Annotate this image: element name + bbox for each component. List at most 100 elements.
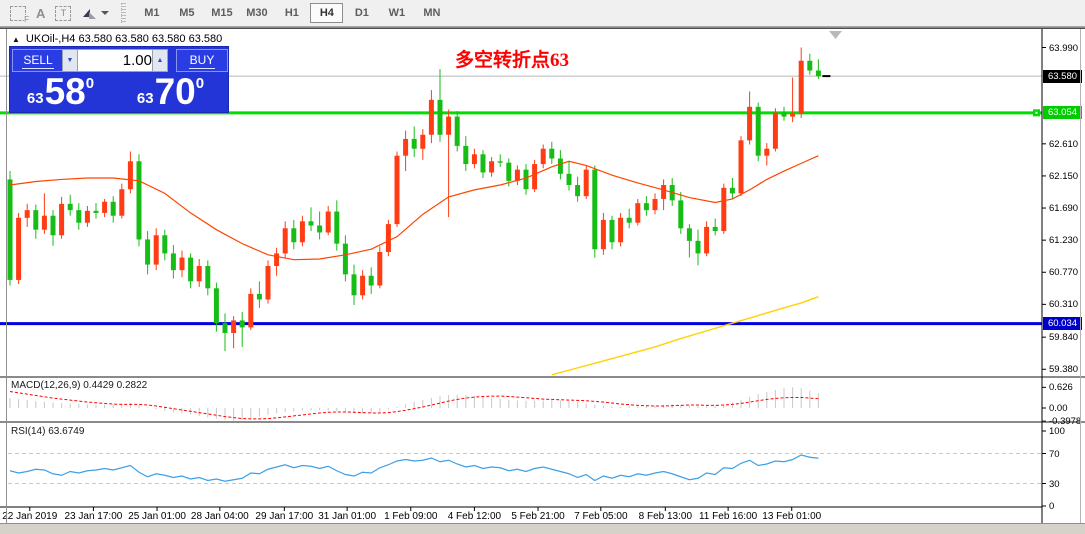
candle-body <box>283 228 288 253</box>
candle-body <box>326 212 331 233</box>
timeframe-button-m15[interactable]: M15 <box>205 3 238 23</box>
candle-body <box>515 170 520 181</box>
timeframe-button-h4[interactable]: H4 <box>310 3 343 23</box>
price-badge: 60.034 <box>1043 317 1082 330</box>
candle-body <box>575 185 580 196</box>
candle-body <box>395 156 400 224</box>
buy-price-sup: 0 <box>196 75 204 92</box>
amount-increase-button[interactable]: ▲ <box>152 49 168 72</box>
label-tool-button[interactable]: A <box>36 4 45 22</box>
arrows-tool-button[interactable] <box>81 4 109 22</box>
candle-body <box>300 221 305 242</box>
candle-body <box>197 266 202 281</box>
arrows-icon <box>81 6 97 21</box>
macd-tick-label: 0.00 <box>1049 403 1068 414</box>
top-toolbar: F A T M1M5M15M30H1H4D1W1MN <box>0 0 1085 27</box>
candle-body <box>644 203 649 210</box>
candle-body <box>756 107 761 156</box>
timeframe-button-h1[interactable]: H1 <box>275 3 308 23</box>
candle-body <box>154 235 159 264</box>
candle-body <box>429 100 434 135</box>
buy-button[interactable]: BUY <box>176 49 228 72</box>
candle-body <box>8 179 13 280</box>
spinner-up-icon: ▲ <box>157 57 164 64</box>
candle-body <box>352 274 357 295</box>
candle-body <box>584 170 589 197</box>
candle-body <box>782 112 787 116</box>
spinner-down-icon: ▼ <box>67 57 74 64</box>
chart-shift-icon <box>829 31 842 39</box>
rsi-line <box>10 455 818 481</box>
candle-body <box>291 228 296 242</box>
one-click-trade-panel: SELL ▼ 1.00 ▲ BUY 63 58 0 63 70 0 <box>10 47 228 112</box>
candle-body <box>334 212 339 244</box>
hline-marker-dot <box>1036 112 1038 114</box>
price-tick-label: 60.310 <box>1049 299 1078 310</box>
candle-body <box>25 210 30 218</box>
candle-body <box>627 218 632 223</box>
candle-body <box>790 114 795 117</box>
timeframe-button-w1[interactable]: W1 <box>380 3 413 23</box>
candle-body <box>472 154 477 164</box>
rsi-label: RSI(14) 63.6749 <box>11 426 84 437</box>
candle-body <box>33 210 38 230</box>
timeframe-button-d1[interactable]: D1 <box>345 3 378 23</box>
collapse-panel-icon[interactable]: ▲ <box>12 35 20 44</box>
candle-body <box>610 220 615 242</box>
candle-body <box>317 225 322 232</box>
timeframe-bar: M1M5M15M30H1H4D1W1MN <box>134 3 449 23</box>
date-label: 28 Jan 04:00 <box>191 511 249 522</box>
timeframe-button-m5[interactable]: M5 <box>170 3 203 23</box>
candle-body <box>137 161 142 239</box>
date-label: 4 Feb 12:00 <box>448 511 501 522</box>
candle-body <box>764 149 769 156</box>
window-right-edge <box>1080 29 1081 523</box>
frame-tool-letter: F <box>24 15 29 24</box>
amount-input[interactable]: 1.00 <box>77 49 158 72</box>
candle-body <box>360 276 365 296</box>
candle-body <box>481 154 486 172</box>
price-tick-label: 61.690 <box>1049 203 1078 214</box>
candle-body <box>128 161 133 189</box>
buy-price-button[interactable]: 63 70 0 <box>113 72 228 112</box>
candle-body <box>567 174 572 185</box>
rsi-tick-label: 100 <box>1049 426 1065 437</box>
candle-body <box>94 211 99 213</box>
frame-tool-button[interactable]: F <box>10 4 26 22</box>
sell-price-prefix: 63 <box>27 90 44 107</box>
candle-body <box>85 211 90 223</box>
macd-label: MACD(12,26,9) 0.4429 0.2822 <box>11 380 147 391</box>
sell-price-sup: 0 <box>86 75 94 92</box>
candle-body <box>704 227 709 254</box>
date-label: 25 Jan 01:00 <box>128 511 186 522</box>
timeframe-button-m30[interactable]: M30 <box>240 3 273 23</box>
candle-body <box>558 158 563 173</box>
candle-body <box>661 185 666 199</box>
price-badge: 63.054 <box>1043 106 1082 119</box>
candle-body <box>16 218 21 280</box>
candle-body <box>162 235 167 253</box>
date-label: 22 Jan 2019 <box>2 511 57 522</box>
buy-label: BUY <box>189 53 216 69</box>
timeframe-button-mn[interactable]: MN <box>415 3 448 23</box>
text-t-icon: T <box>55 6 71 21</box>
price-tick-label: 59.840 <box>1049 332 1078 343</box>
candle-body <box>463 146 468 164</box>
text-tool-button[interactable]: T <box>55 4 71 22</box>
candle-body <box>205 266 210 288</box>
candle-body <box>601 220 606 249</box>
candle-body <box>180 258 185 271</box>
candle-body <box>739 140 744 193</box>
price-tick-label: 61.230 <box>1049 235 1078 246</box>
candle-body <box>343 244 348 275</box>
amount-decrease-button[interactable]: ▼ <box>62 49 78 72</box>
timeframe-button-m1[interactable]: M1 <box>135 3 168 23</box>
candle-body <box>231 320 236 333</box>
chevron-down-icon <box>101 11 109 15</box>
buy-price-main: 70 <box>155 73 196 111</box>
sell-price-button[interactable]: 63 58 0 <box>10 72 111 112</box>
date-label: 1 Feb 09:00 <box>384 511 437 522</box>
sell-button[interactable]: SELL <box>12 49 64 72</box>
candle-body <box>171 253 176 270</box>
candle-body <box>76 210 81 223</box>
